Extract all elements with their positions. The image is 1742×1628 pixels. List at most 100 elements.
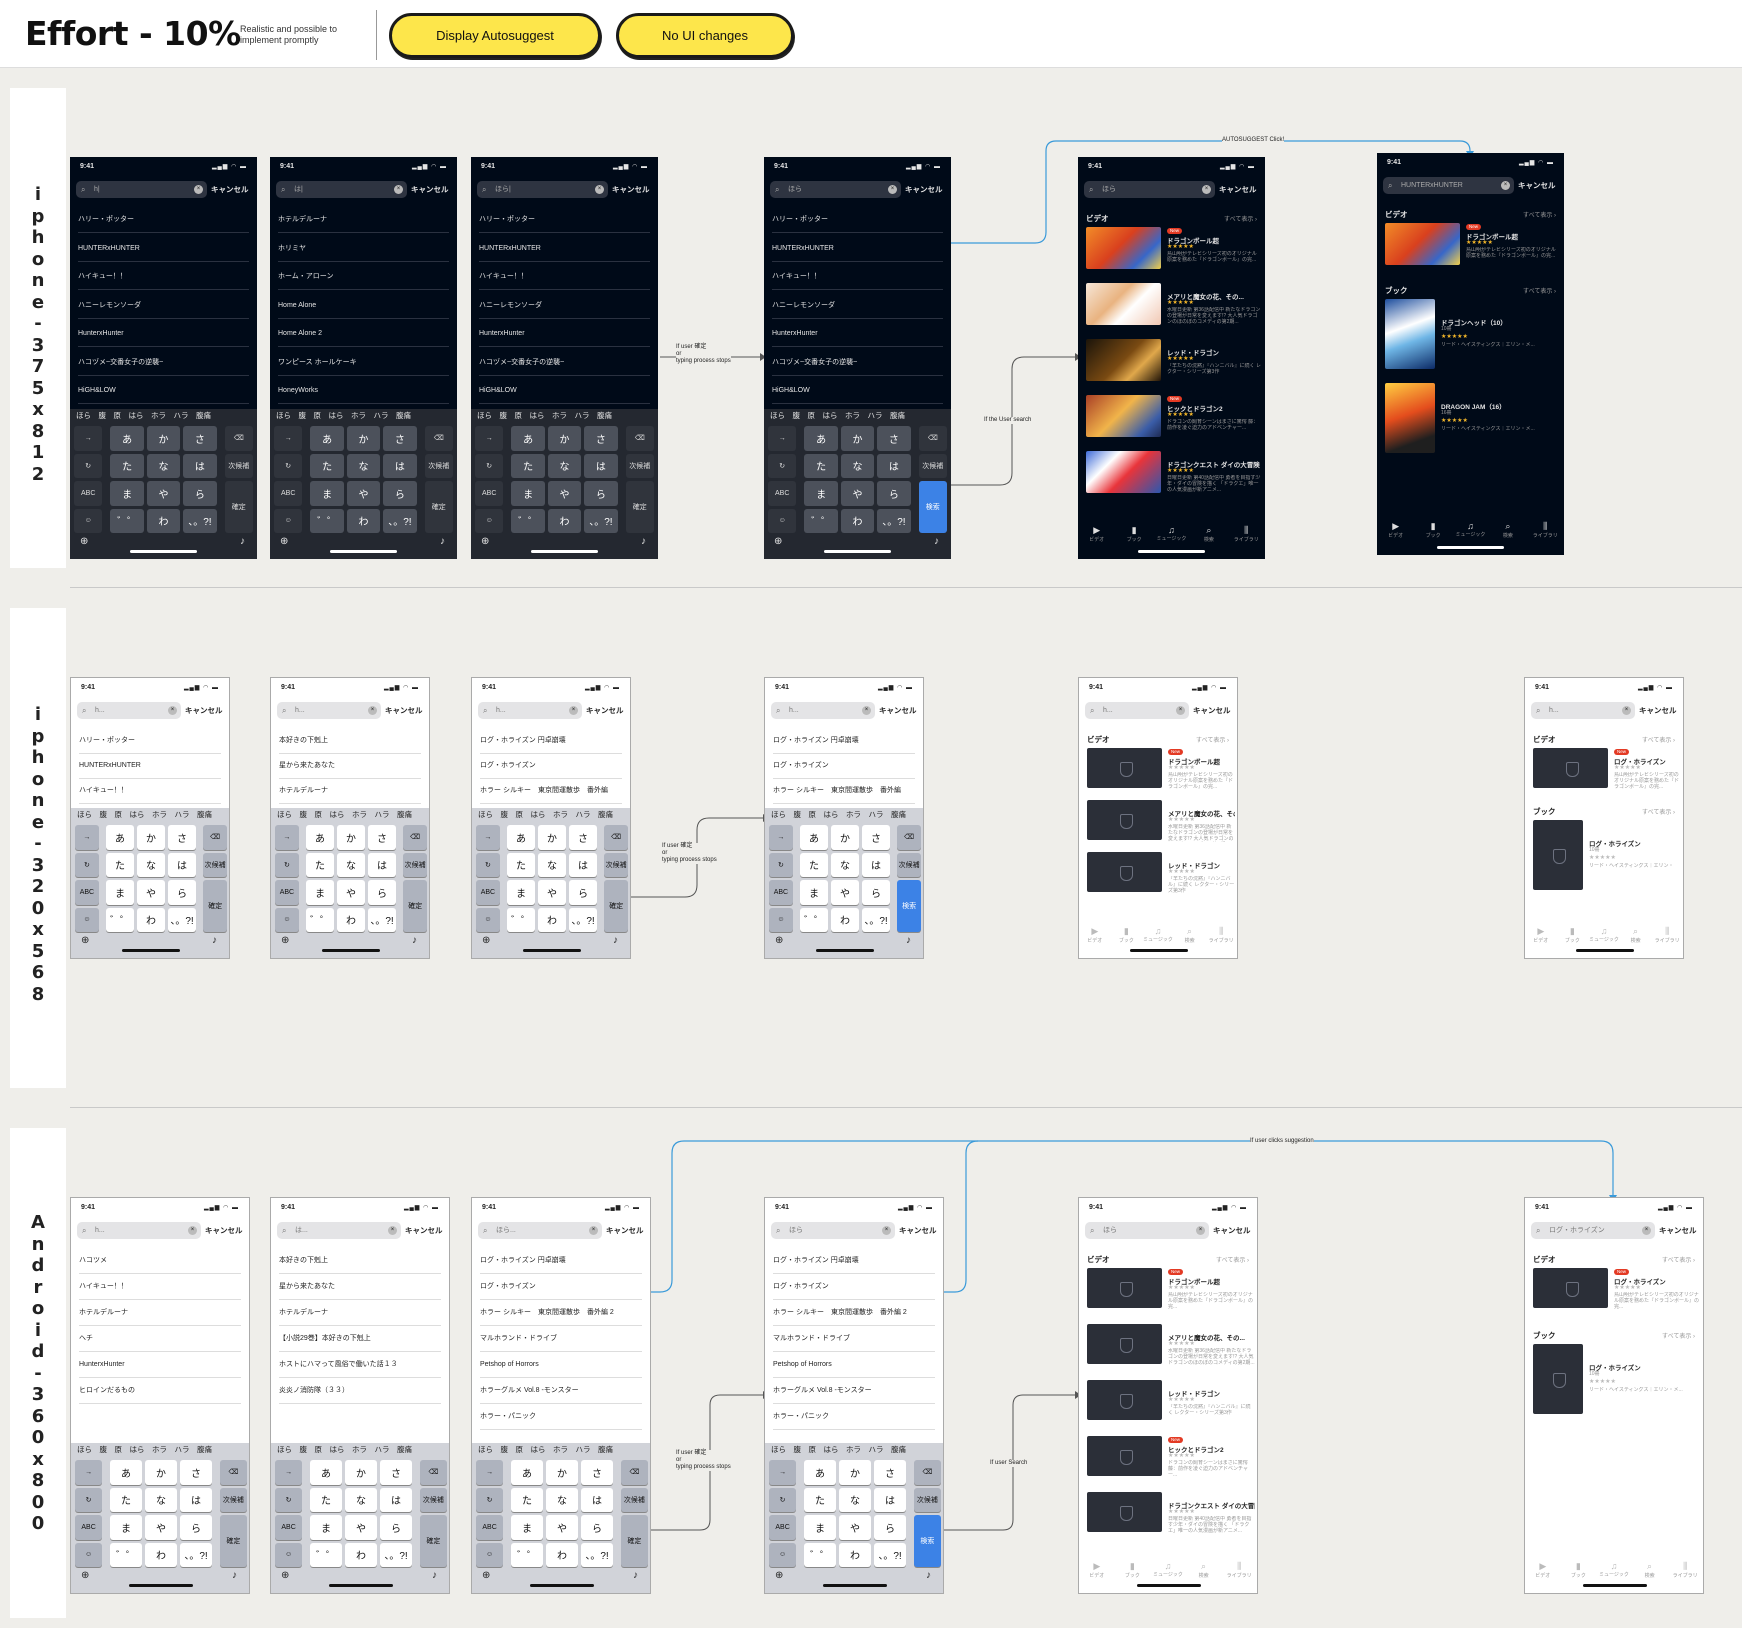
keyboard-key[interactable]: ☺ (769, 907, 793, 932)
suggestion-item[interactable]: Petshop of Horrors (773, 1352, 935, 1378)
suggestion-item[interactable]: マルホランド・ドライブ (480, 1326, 642, 1352)
see-all-link[interactable]: すべて表示 › (1662, 1255, 1695, 1264)
keyboard-key[interactable]: か (146, 426, 181, 451)
keyboard-key[interactable]: ☺ (275, 907, 299, 932)
keyboard-key[interactable]: た (310, 1487, 342, 1512)
keyboard-key[interactable]: か (831, 825, 859, 850)
keyboard-key[interactable]: さ (874, 1460, 906, 1485)
prediction-bar[interactable]: ほら 腹 原 はら ホラ ハラ 腹痛 (270, 409, 457, 423)
tab-4[interactable]: ⫼ ライブラリ (1652, 926, 1682, 948)
see-all-link[interactable]: すべて表示 › (1216, 1255, 1249, 1264)
video-thumbnail[interactable] (1086, 227, 1161, 269)
suggestion-item[interactable]: ホテルデルーナ (278, 207, 449, 233)
keyboard-key[interactable]: さ (581, 1460, 613, 1485)
video-thumbnail[interactable] (1087, 748, 1162, 788)
keyboard-key[interactable]: 確定 (620, 1515, 648, 1567)
book-cover[interactable] (1533, 820, 1583, 890)
cancel-button[interactable]: キャンセル (606, 1222, 644, 1239)
suggestion-item[interactable]: HUNTERxHUNTER (479, 236, 650, 262)
keyboard-key[interactable]: わ (145, 1542, 177, 1567)
tab-1[interactable]: ▮ ブック (1557, 926, 1587, 948)
keyboard-key[interactable]: ABC (275, 880, 299, 905)
keyboard-key[interactable]: や (146, 481, 181, 506)
globe-icon[interactable]: ⊕ (81, 935, 89, 946)
keyboard-key[interactable]: ゛゜ (310, 508, 344, 533)
keyboard-key[interactable]: わ (146, 508, 181, 533)
keyboard-key[interactable]: ☺ (768, 508, 797, 533)
keyboard-key[interactable]: ⌫ (224, 426, 253, 451)
see-all-link[interactable]: すべて表示 › (1523, 286, 1556, 295)
clear-icon[interactable]: × (188, 1226, 197, 1235)
keyboard-key[interactable]: な (345, 1487, 377, 1512)
keyboard-key[interactable]: ら (183, 481, 217, 506)
keyboard-key[interactable]: か (345, 1460, 377, 1485)
clear-icon[interactable]: × (569, 706, 578, 715)
keyboard-key[interactable]: ら (584, 481, 618, 506)
globe-icon[interactable]: ⊕ (482, 1570, 490, 1581)
globe-icon[interactable]: ⊕ (281, 1570, 289, 1581)
keyboard-key[interactable]: 次候補 (219, 1487, 247, 1512)
keyboard-key[interactable]: → (274, 426, 303, 451)
suggestion-item[interactable]: ハコヅメ~交番女子の逆襲~ (479, 350, 650, 376)
keyboard-key[interactable]: ゛゜ (511, 1542, 543, 1567)
keyboard-key[interactable]: 確定 (219, 1515, 247, 1567)
book-cover[interactable] (1385, 299, 1435, 369)
globe-icon[interactable]: ⊕ (775, 1570, 783, 1581)
mic-icon[interactable]: ♪ (212, 935, 217, 946)
tab-0[interactable]: ▶ ビデオ (1381, 521, 1411, 543)
keyboard-key[interactable]: か (546, 1460, 578, 1485)
keyboard-key[interactable]: → (769, 825, 793, 850)
tab-1[interactable]: ▮ ブック (1119, 525, 1149, 547)
keyboard-key[interactable]: わ (839, 1542, 871, 1567)
keyboard-key[interactable]: ⌫ (403, 825, 427, 850)
keyboard-key[interactable]: た (310, 453, 344, 478)
tab-4[interactable]: ⫼ ライブラリ (1231, 525, 1261, 547)
suggestion-item[interactable]: ログ・ホライズン 円卓崩壊 (773, 728, 915, 754)
keyboard-key[interactable]: や (337, 880, 365, 905)
clear-icon[interactable]: × (595, 185, 604, 194)
cancel-button[interactable]: キャンセル (879, 702, 917, 719)
keyboard-key[interactable]: ↻ (769, 852, 793, 877)
see-all-link[interactable]: すべて表示 › (1523, 210, 1556, 219)
keyboard-key[interactable]: か (145, 1460, 177, 1485)
keyboard-key[interactable]: か (840, 426, 875, 451)
keyboard-key[interactable]: な (137, 852, 165, 877)
keyboard-key[interactable]: ABC (275, 1515, 303, 1540)
prediction-bar[interactable]: ほら 腹 原 はら ホラ ハラ 腹痛 (71, 808, 229, 822)
suggestion-item[interactable]: ログ・ホライズン (773, 1274, 935, 1300)
search-input[interactable]: ⌕ ほら × (1084, 181, 1215, 198)
keyboard-key[interactable]: 、。?! (383, 508, 417, 533)
tab-4[interactable]: ⫼ ライブラリ (1670, 1561, 1700, 1583)
tab-3[interactable]: ⌕ 検索 (1635, 1561, 1665, 1583)
keyboard-key[interactable]: ゛゜ (110, 508, 144, 533)
keyboard-key[interactable]: や (538, 880, 566, 905)
keyboard-key[interactable]: ↻ (476, 1487, 504, 1512)
tab-0[interactable]: ▶ ビデオ (1080, 926, 1110, 948)
keyboard-key[interactable]: は (380, 1487, 412, 1512)
suggestion-item[interactable]: 星から来たあなた (279, 753, 421, 779)
keyboard-key[interactable]: な (831, 852, 859, 877)
keyboard-key[interactable]: か (538, 825, 566, 850)
keyboard-key[interactable]: ABC (74, 481, 103, 506)
keyboard-key[interactable]: あ (800, 825, 828, 850)
see-all-link[interactable]: すべて表示 › (1642, 807, 1675, 816)
mic-icon[interactable]: ♪ (232, 1570, 237, 1581)
keyboard-key[interactable]: ☺ (475, 508, 504, 533)
suggestion-item[interactable]: ハニーレモンソーダ (479, 293, 650, 319)
keyboard-key[interactable]: か (346, 426, 381, 451)
clear-icon[interactable]: × (1202, 185, 1211, 194)
keyboard-key[interactable]: な (346, 453, 381, 478)
video-thumbnail[interactable] (1385, 223, 1460, 265)
clear-icon[interactable]: × (1196, 1226, 1205, 1235)
keyboard-key[interactable]: さ (368, 825, 396, 850)
suggestion-item[interactable]: ハイキュー！！ (79, 778, 221, 804)
tab-4[interactable]: ⫼ ライブラリ (1530, 521, 1560, 543)
search-key[interactable]: 検索 (897, 880, 921, 932)
keyboard-key[interactable]: ABC (475, 481, 504, 506)
tab-4[interactable]: ⫼ ライブラリ (1206, 926, 1236, 948)
tab-1[interactable]: ▮ ブック (1117, 1561, 1147, 1583)
keyboard-key[interactable]: た (511, 453, 545, 478)
keyboard-key[interactable]: は (183, 453, 217, 478)
suggestion-item[interactable]: ハリー・ポッター (79, 728, 221, 754)
globe-icon[interactable]: ⊕ (774, 536, 782, 547)
